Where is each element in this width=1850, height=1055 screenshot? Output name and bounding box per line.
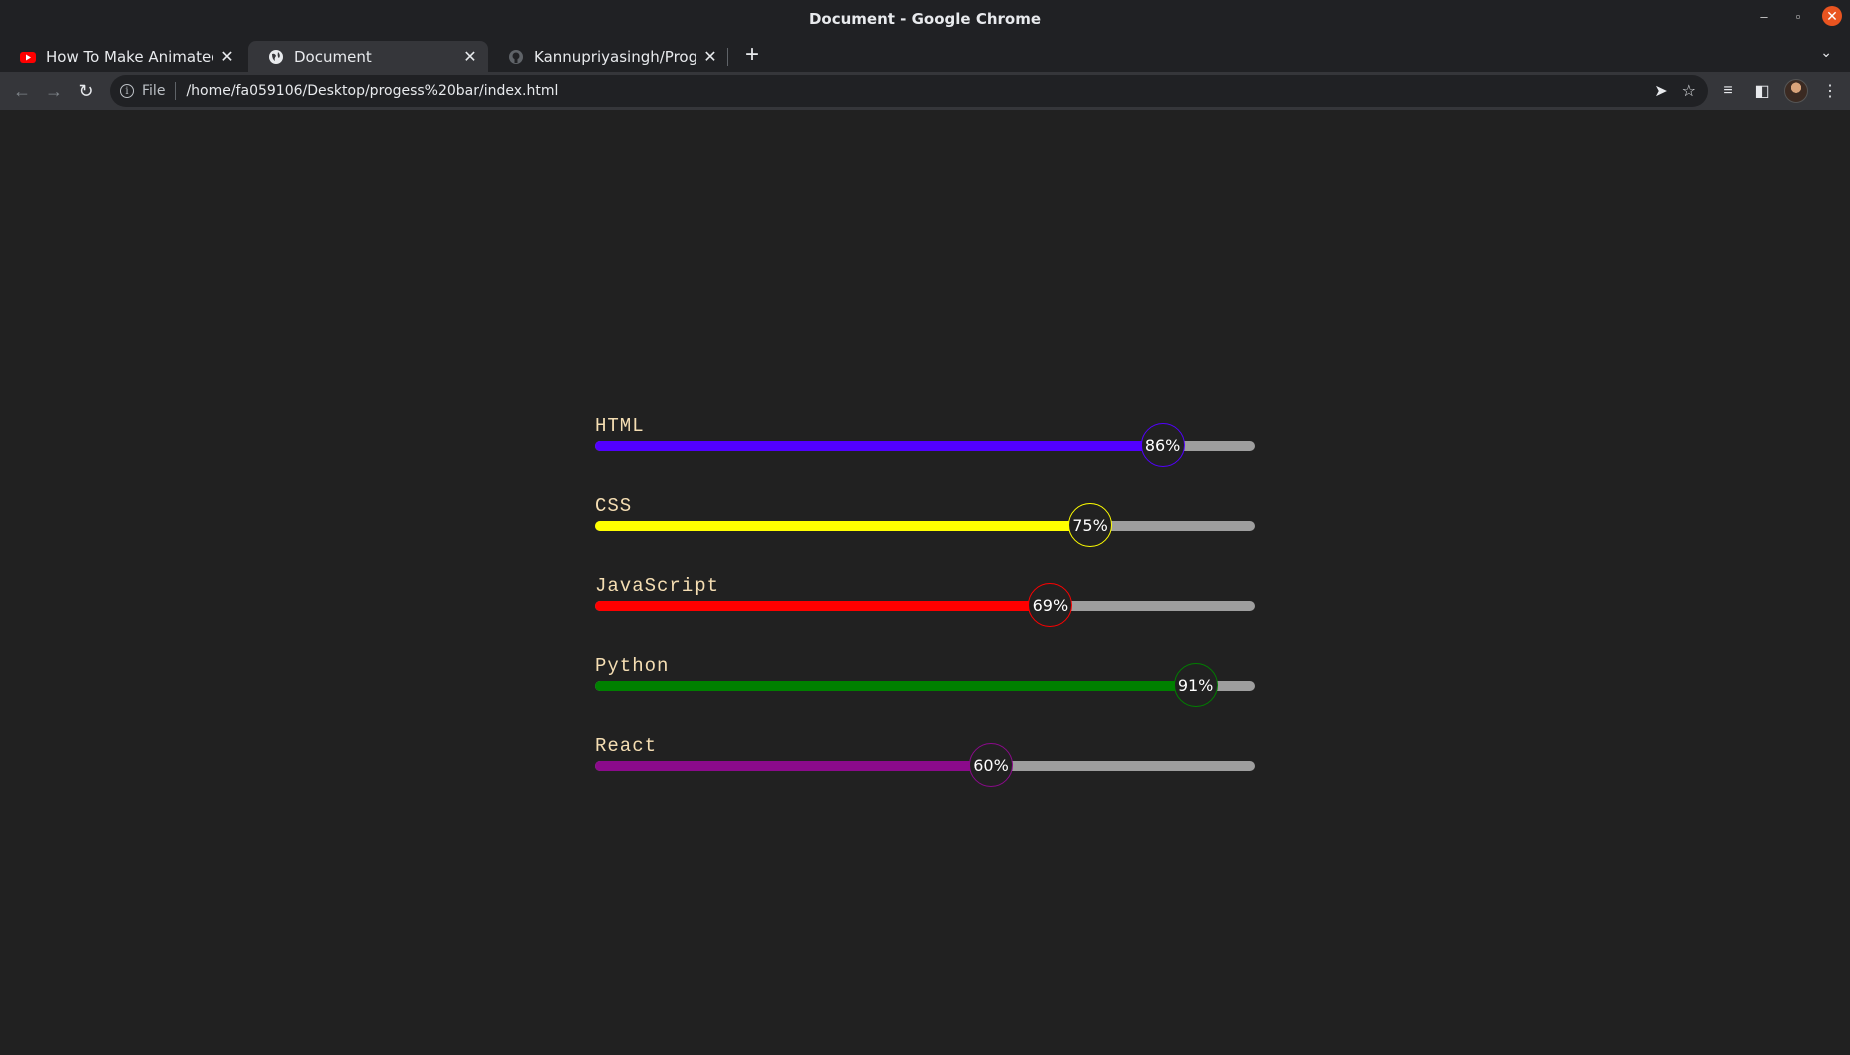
progress-fill bbox=[595, 601, 1051, 611]
window-controls: – ▫ ✕ bbox=[1754, 6, 1842, 26]
back-arrow-icon[interactable]: ← bbox=[10, 79, 34, 103]
url-text[interactable]: /home/fa059106/Desktop/progess%20bar/ind… bbox=[186, 83, 558, 99]
tab-title: How To Make Animated P bbox=[46, 47, 213, 66]
menu-kebab-icon[interactable]: ⋮ bbox=[1818, 79, 1842, 103]
progress-track: 75% bbox=[595, 503, 1255, 547]
browser-toolbar: ← → ↻ i File /home/fa059106/Desktop/prog… bbox=[0, 72, 1850, 110]
omnibox-actions: ➤ ☆ bbox=[1654, 81, 1696, 100]
globe-icon bbox=[269, 49, 283, 64]
progress-track: 86% bbox=[595, 423, 1255, 467]
skill-row: HTML 86% bbox=[595, 415, 1255, 495]
toolbar-actions: ≡ ◧ ⋮ bbox=[1716, 79, 1842, 103]
info-icon[interactable]: i bbox=[120, 84, 134, 98]
new-tab-button[interactable]: + bbox=[738, 38, 766, 72]
skill-label: JavaScript bbox=[595, 575, 720, 597]
bookmark-star-icon[interactable]: ☆ bbox=[1682, 81, 1696, 100]
percent-bubble: 86% bbox=[1140, 423, 1185, 467]
skills-list: HTML 86% CSS 75% JavaScript 69% Python 9… bbox=[595, 415, 1255, 815]
side-panel-icon[interactable]: ◧ bbox=[1750, 79, 1774, 103]
send-icon[interactable]: ➤ bbox=[1654, 81, 1667, 100]
page-viewport: HTML 86% CSS 75% JavaScript 69% Python 9… bbox=[0, 110, 1850, 1055]
tab-title: Kannupriyasingh/Progre bbox=[534, 47, 696, 66]
progress-track: 60% bbox=[595, 743, 1255, 787]
window-titlebar: Document - Google Chrome – ▫ ✕ bbox=[0, 0, 1850, 38]
window-title: Document - Google Chrome bbox=[808, 10, 1042, 28]
percent-bubble: 91% bbox=[1173, 663, 1218, 707]
skill-row: CSS 75% bbox=[595, 495, 1255, 575]
forward-arrow-icon[interactable]: → bbox=[42, 79, 66, 103]
skill-label: CSS bbox=[595, 495, 633, 517]
profile-avatar[interactable] bbox=[1784, 79, 1808, 103]
tab-github[interactable]: Kannupriyasingh/Progre ✕ bbox=[488, 41, 728, 72]
progress-track: 69% bbox=[595, 583, 1255, 627]
skill-row: React 60% bbox=[595, 735, 1255, 815]
tab-strip: How To Make Animated P ✕ Document ✕ Kann… bbox=[0, 38, 1850, 72]
progress-fill bbox=[595, 521, 1090, 531]
skill-label: Python bbox=[595, 655, 670, 677]
restore-icon[interactable]: ▫ bbox=[1788, 6, 1808, 26]
close-tab-icon[interactable]: ✕ bbox=[702, 47, 718, 66]
skill-label: HTML bbox=[595, 415, 645, 437]
tab-document[interactable]: Document ✕ bbox=[248, 41, 488, 72]
youtube-icon bbox=[20, 51, 36, 63]
progress-fill bbox=[595, 681, 1196, 691]
percent-bubble: 75% bbox=[1068, 503, 1112, 547]
progress-fill bbox=[595, 761, 991, 771]
github-icon bbox=[509, 49, 523, 64]
tab-title: Document bbox=[294, 47, 372, 66]
tab-search-chevron-icon[interactable]: ⌄ bbox=[1820, 44, 1832, 61]
progress-fill bbox=[595, 441, 1163, 451]
minimize-icon[interactable]: – bbox=[1754, 6, 1774, 26]
skill-row: JavaScript 69% bbox=[595, 575, 1255, 655]
percent-bubble: 60% bbox=[969, 743, 1013, 787]
skill-row: Python 91% bbox=[595, 655, 1255, 735]
close-window-icon[interactable]: ✕ bbox=[1822, 6, 1842, 26]
tab-separator bbox=[727, 48, 728, 66]
percent-bubble: 69% bbox=[1028, 583, 1073, 627]
skill-label: React bbox=[595, 735, 658, 757]
media-queue-icon[interactable]: ≡ bbox=[1716, 79, 1740, 103]
progress-track: 91% bbox=[595, 663, 1255, 707]
close-tab-icon[interactable]: ✕ bbox=[219, 47, 235, 66]
reload-icon[interactable]: ↻ bbox=[74, 79, 98, 103]
tab-youtube[interactable]: How To Make Animated P ✕ bbox=[0, 41, 245, 72]
scheme-label: File bbox=[142, 83, 166, 99]
close-tab-icon[interactable]: ✕ bbox=[462, 47, 478, 66]
address-bar[interactable]: i File /home/fa059106/Desktop/progess%20… bbox=[110, 75, 1708, 107]
address-divider bbox=[175, 82, 177, 100]
